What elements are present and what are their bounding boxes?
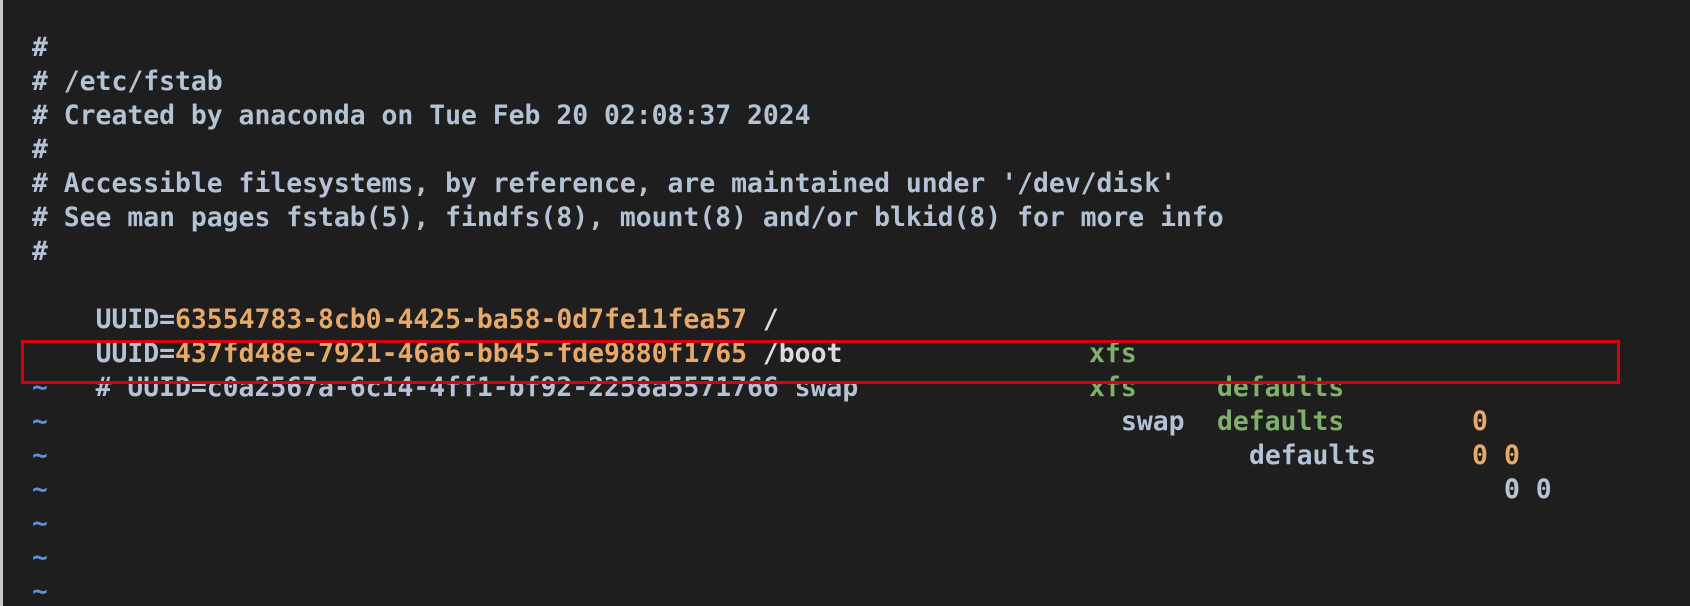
comment-line: # Created by anaconda on Tue Feb 20 02:0… bbox=[32, 100, 811, 131]
empty-line-tilde: ~ bbox=[32, 440, 48, 471]
comment-line: # /etc/fstab bbox=[32, 66, 223, 97]
swap-fs-type: swap bbox=[1121, 406, 1185, 437]
swap-dump-pass: 0 0 bbox=[1504, 474, 1552, 505]
empty-line-tilde: ~ bbox=[32, 542, 48, 573]
dump-value: 0 bbox=[1472, 406, 1488, 437]
fstab-entry-boot: UUID=437fd48e-7921-46a6-bb45-fde9880f176… bbox=[32, 303, 1520, 505]
pass-value: 0 bbox=[1504, 440, 1520, 471]
comment-line: # bbox=[32, 32, 48, 63]
fstab-entry-root: UUID=63554783-8cb0-4425-ba58-0d7fe11fea5… bbox=[32, 269, 1520, 471]
dump-value: 0 bbox=[1472, 440, 1488, 471]
annotation-highlight-box bbox=[21, 340, 1620, 384]
comment-line: # See man pages fstab(5), findfs(8), mou… bbox=[32, 202, 1224, 233]
comment-line: # bbox=[32, 236, 48, 267]
comment-line: # bbox=[32, 134, 48, 165]
vim-editor[interactable]: # # /etc/fstab # Created by anaconda on … bbox=[32, 31, 1552, 606]
comment-line: # Accessible filesystems, by reference, … bbox=[32, 168, 1176, 199]
empty-line-tilde: ~ bbox=[32, 474, 48, 505]
mount-options: defaults bbox=[1217, 406, 1345, 437]
empty-line-tilde: ~ bbox=[32, 406, 48, 437]
window-edge bbox=[0, 0, 3, 606]
empty-line-tilde: ~ bbox=[32, 576, 48, 606]
swap-options: defaults bbox=[1249, 440, 1377, 471]
empty-line-tilde: ~ bbox=[32, 508, 48, 539]
